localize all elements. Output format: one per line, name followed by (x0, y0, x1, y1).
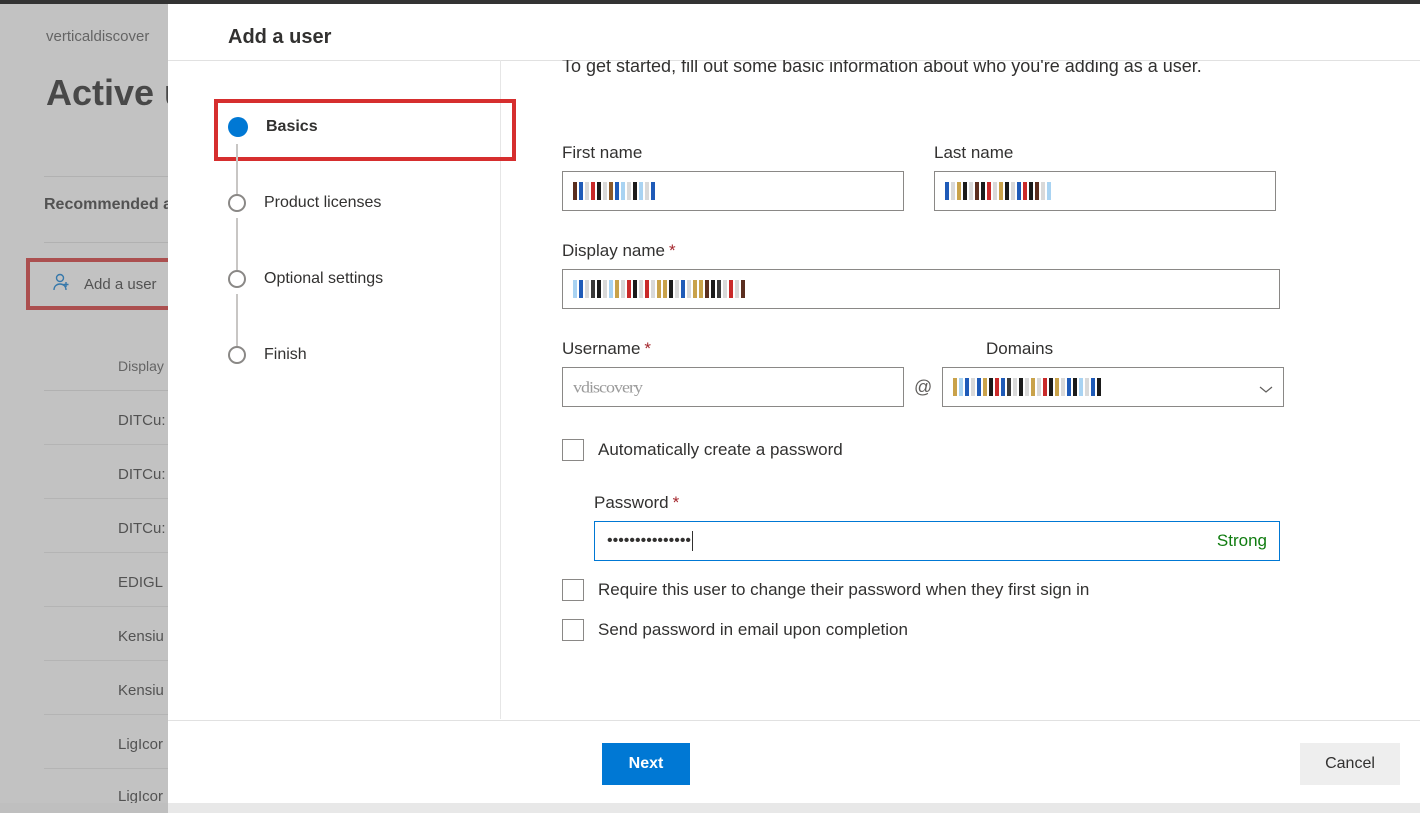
basics-form: To get started, fill out some basic info… (562, 60, 1400, 719)
password-strength-indicator: Strong (1217, 531, 1267, 551)
next-button[interactable]: Next (602, 743, 690, 785)
password-value: ••••••••••••••• (607, 531, 693, 551)
password-label: Password* (594, 493, 1400, 513)
horizontal-scrollbar-track[interactable] (0, 803, 1420, 813)
auto-password-checkbox[interactable] (562, 439, 584, 461)
display-name-label: Display name* (562, 241, 1400, 261)
horizontal-scrollbar-thumb[interactable] (0, 803, 168, 813)
first-name-label: First name (562, 143, 904, 163)
last-name-input[interactable] (934, 171, 1276, 211)
auto-password-label: Automatically create a password (598, 440, 843, 460)
step-label: Basics (266, 118, 318, 136)
domains-label: Domains (986, 339, 1053, 359)
step-optional-settings[interactable]: Optional settings (228, 260, 498, 298)
username-label: Username* (562, 339, 904, 359)
form-intro: To get started, fill out some basic info… (562, 60, 1400, 77)
panel-title: Add a user (228, 26, 331, 49)
step-basics[interactable]: Basics (228, 108, 498, 146)
require-change-label: Require this user to change their passwo… (598, 580, 1089, 600)
modal-dim-overlay (0, 4, 168, 813)
first-name-field-group: First name (562, 143, 904, 211)
step-label: Product licenses (264, 194, 381, 212)
text-caret (692, 531, 693, 551)
username-input[interactable]: vdiscovery (562, 367, 904, 407)
step-label: Finish (264, 346, 307, 364)
cancel-button[interactable]: Cancel (1300, 743, 1400, 785)
redacted-content (573, 182, 655, 200)
step-circle-icon (228, 270, 246, 288)
redacted-content (573, 280, 745, 298)
wizard-stepper: Basics Product licenses Optional setting… (228, 108, 498, 412)
step-label: Optional settings (264, 270, 383, 288)
send-email-label: Send password in email upon completion (598, 620, 908, 640)
password-input[interactable]: ••••••••••••••• Strong (594, 521, 1280, 561)
redacted-content (945, 182, 1051, 200)
step-product-licenses[interactable]: Product licenses (228, 184, 498, 222)
require-change-checkbox[interactable] (562, 579, 584, 601)
step-circle-icon (228, 194, 246, 212)
username-value: vdiscovery (573, 378, 642, 397)
step-active-icon (228, 117, 248, 137)
step-finish[interactable]: Finish (228, 336, 498, 374)
at-symbol: @ (914, 377, 932, 407)
first-name-input[interactable] (562, 171, 904, 211)
add-user-panel: Add a user Basics Product licenses Optio… (168, 4, 1420, 813)
redacted-content (953, 378, 1101, 396)
step-circle-icon (228, 346, 246, 364)
domains-select[interactable] (942, 367, 1284, 407)
display-name-input[interactable] (562, 269, 1280, 309)
last-name-label: Last name (934, 143, 1276, 163)
last-name-field-group: Last name (934, 143, 1276, 211)
send-email-checkbox[interactable] (562, 619, 584, 641)
panel-footer: Next Cancel (168, 721, 1420, 813)
chevron-down-icon (1259, 382, 1273, 399)
